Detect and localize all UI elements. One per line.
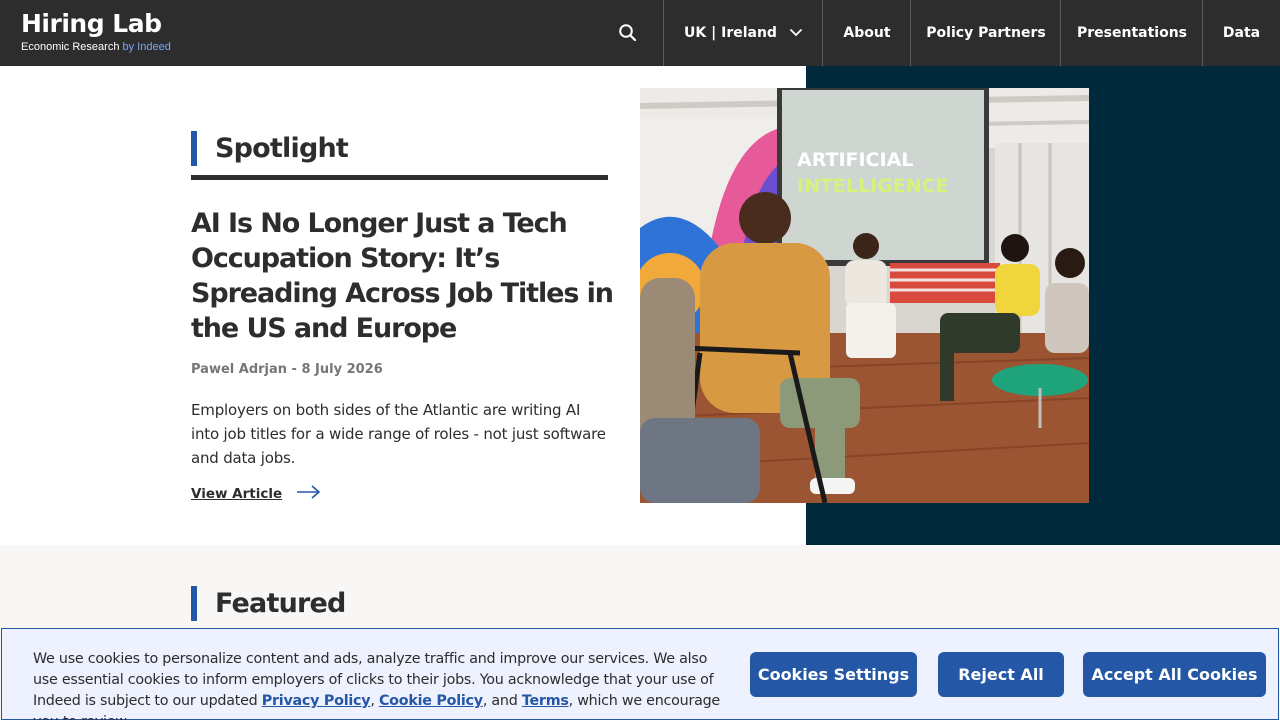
spotlight-heading-text: Spotlight <box>215 133 349 164</box>
nav-data[interactable]: Data <box>1202 0 1280 66</box>
slide-line-1: ARTIFICIAL <box>797 149 913 171</box>
slide-line-2: INTELLIGENCE <box>797 175 949 197</box>
nav-policy-partners[interactable]: Policy Partners <box>910 0 1061 66</box>
site-header: Hiring Lab Economic Research by Indeed U… <box>0 0 1280 66</box>
region-selector[interactable]: UK | Ireland <box>663 0 823 66</box>
chevron-down-icon <box>789 25 803 41</box>
spotlight-divider <box>191 175 608 180</box>
view-article-label: View Article <box>191 486 283 502</box>
cookie-sep-1: , <box>370 693 379 709</box>
cookies-settings-button[interactable]: Cookies Settings <box>750 652 917 697</box>
accept-all-cookies-button[interactable]: Accept All Cookies <box>1083 652 1266 697</box>
heading-accent-bar <box>191 586 197 621</box>
featured-heading: Featured <box>191 586 346 621</box>
cookie-banner: We use cookies to personalize content an… <box>1 628 1279 720</box>
featured-heading-text: Featured <box>215 588 346 619</box>
view-article-link[interactable]: View Article <box>191 485 322 503</box>
cookie-policy-link[interactable]: Cookie Policy <box>379 693 483 709</box>
conference-photo: ARTIFICIAL INTELLIGENCE <box>640 88 1089 503</box>
nav-presentations[interactable]: Presentations <box>1060 0 1203 66</box>
heading-accent-bar <box>191 131 197 166</box>
cookie-text: We use cookies to personalize content an… <box>33 649 733 720</box>
logo-title: Hiring Lab <box>21 9 162 38</box>
article-title[interactable]: AI Is No Longer Just a Tech Occupation S… <box>191 206 621 346</box>
arrow-right-icon <box>296 485 322 503</box>
region-label: UK | Ireland <box>684 25 777 41</box>
search-icon <box>619 24 637 42</box>
logo-subtitle-brand: by Indeed <box>122 41 171 53</box>
cookie-sep-2: , and <box>482 693 522 709</box>
spotlight-article-image[interactable]: ARTIFICIAL INTELLIGENCE <box>640 88 1089 503</box>
spotlight-heading: Spotlight <box>191 131 349 166</box>
nav-about[interactable]: About <box>822 0 911 66</box>
logo-subtitle-prefix: Economic Research <box>21 41 123 53</box>
hiring-lab-logo[interactable]: Hiring Lab Economic Research by Indeed <box>21 10 171 54</box>
privacy-policy-link[interactable]: Privacy Policy <box>262 693 371 709</box>
terms-link[interactable]: Terms <box>522 693 569 709</box>
reject-all-button[interactable]: Reject All <box>938 652 1064 697</box>
article-meta: Pawel Adrjan - 8 July 2026 <box>191 362 383 377</box>
logo-subtitle: Economic Research by Indeed <box>21 40 171 54</box>
article-summary: Employers on both sides of the Atlantic … <box>191 401 606 467</box>
search-button[interactable] <box>612 17 644 49</box>
